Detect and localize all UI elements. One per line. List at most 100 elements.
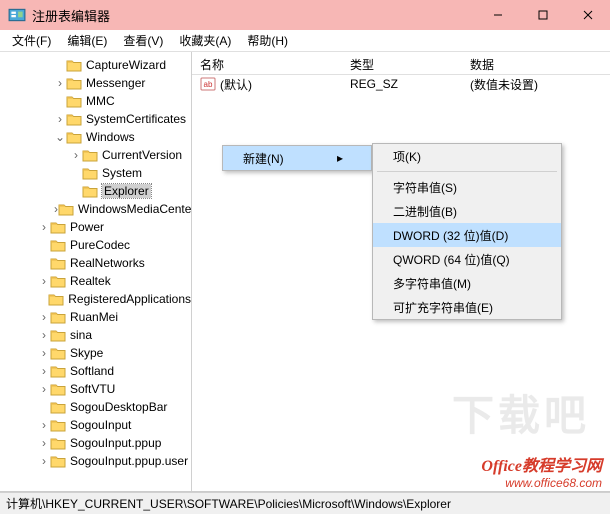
context-item-label: 字符串值(S) bbox=[393, 179, 457, 196]
folder-icon bbox=[50, 418, 66, 432]
menu-edit[interactable]: 编辑(E) bbox=[59, 30, 115, 51]
tree-item-label: SogouInput.ppup.user bbox=[70, 454, 188, 468]
close-button[interactable] bbox=[565, 0, 610, 30]
expand-icon[interactable]: › bbox=[38, 437, 50, 449]
context-item-string[interactable]: 字符串值(S) bbox=[373, 175, 561, 199]
maximize-button[interactable] bbox=[520, 0, 565, 30]
value-name: (默认) bbox=[220, 76, 252, 93]
folder-icon bbox=[50, 274, 66, 288]
tree-item[interactable]: CaptureWizard bbox=[0, 56, 191, 74]
context-item-new[interactable]: 新建(N) ▸ bbox=[223, 146, 371, 170]
column-type[interactable]: 类型 bbox=[342, 53, 462, 74]
tree-item[interactable]: › SogouInput.ppup bbox=[0, 434, 191, 452]
tree-item-label: Windows bbox=[86, 130, 135, 144]
tree-item[interactable]: › CurrentVersion bbox=[0, 146, 191, 164]
tree-item[interactable]: System bbox=[0, 164, 191, 182]
expand-icon[interactable]: › bbox=[38, 311, 50, 323]
context-item-label: 二进制值(B) bbox=[393, 203, 457, 220]
tree-item[interactable]: PureCodec bbox=[0, 236, 191, 254]
value-type: REG_SZ bbox=[342, 77, 462, 91]
expand-icon[interactable]: › bbox=[38, 455, 50, 467]
tree-item-label: SystemCertificates bbox=[86, 112, 186, 126]
tree-item-label: SogouInput.ppup bbox=[70, 436, 161, 450]
tree-item-label: CaptureWizard bbox=[86, 58, 166, 72]
context-item-label: 多字符串值(M) bbox=[393, 275, 471, 292]
tree-pane[interactable]: CaptureWizard › Messenger MMC › SystemCertifi… bbox=[0, 52, 192, 491]
expand-icon[interactable]: › bbox=[54, 77, 66, 89]
folder-icon bbox=[50, 238, 66, 252]
column-name[interactable]: 名称 bbox=[192, 53, 342, 74]
context-item-multistring[interactable]: 多字符串值(M) bbox=[373, 271, 561, 295]
column-header: 名称 类型 数据 bbox=[192, 53, 610, 75]
tree-item[interactable]: ›WindowsMediaCenter bbox=[0, 200, 191, 218]
expand-icon[interactable]: › bbox=[38, 365, 50, 377]
value-name-cell: ab (默认) bbox=[192, 76, 342, 93]
registry-tree[interactable]: CaptureWizard › Messenger MMC › SystemCertifi… bbox=[0, 52, 191, 474]
folder-icon bbox=[50, 364, 66, 378]
tree-item[interactable]: SogouDesktopBar bbox=[0, 398, 191, 416]
menu-file[interactable]: 文件(F) bbox=[4, 30, 59, 51]
expand-icon[interactable]: › bbox=[38, 275, 50, 287]
folder-icon bbox=[82, 184, 98, 198]
context-item-dword[interactable]: DWORD (32 位)值(D) bbox=[373, 223, 561, 247]
menu-separator bbox=[377, 171, 557, 172]
menu-help[interactable]: 帮助(H) bbox=[239, 30, 296, 51]
tree-item[interactable]: ›Softland bbox=[0, 362, 191, 380]
context-item-binary[interactable]: 二进制值(B) bbox=[373, 199, 561, 223]
window-title: 注册表编辑器 bbox=[32, 6, 475, 25]
context-item-expandstring[interactable]: 可扩充字符串值(E) bbox=[373, 295, 561, 319]
tree-item-label: RealNetworks bbox=[70, 256, 145, 270]
tree-item[interactable]: ⌄ Windows bbox=[0, 128, 191, 146]
tree-item-label: WindowsMediaCenter bbox=[78, 202, 192, 216]
tree-item[interactable]: › Messenger bbox=[0, 74, 191, 92]
tree-item[interactable]: › Realtek bbox=[0, 272, 191, 290]
tree-item[interactable]: RegisteredApplications bbox=[0, 290, 191, 308]
collapse-icon[interactable]: ⌄ bbox=[54, 131, 66, 143]
value-list-pane[interactable]: 下载吧 名称 类型 数据 ab (默认) REG_SZ (数值未设置) 新建(N… bbox=[192, 52, 610, 491]
folder-icon bbox=[50, 436, 66, 450]
folder-icon bbox=[66, 94, 82, 108]
minimize-button[interactable] bbox=[475, 0, 520, 30]
folder-icon bbox=[50, 454, 66, 468]
tree-item[interactable]: › SogouInput.ppup.user bbox=[0, 452, 191, 470]
tree-item[interactable]: › Skype bbox=[0, 344, 191, 362]
folder-icon bbox=[82, 166, 98, 180]
background-watermark: 下载吧 bbox=[452, 382, 590, 443]
tree-item-label: Messenger bbox=[86, 76, 145, 90]
tree-item[interactable]: ›Power bbox=[0, 218, 191, 236]
context-item-label: 新建(N) bbox=[243, 150, 284, 167]
expand-icon[interactable]: › bbox=[38, 347, 50, 359]
tree-item[interactable]: ›SoftVTU bbox=[0, 380, 191, 398]
folder-icon bbox=[50, 220, 66, 234]
folder-icon bbox=[58, 202, 74, 216]
column-data[interactable]: 数据 bbox=[462, 53, 610, 74]
expand-icon[interactable]: › bbox=[38, 329, 50, 341]
tree-item-label: System bbox=[102, 166, 142, 180]
tree-item[interactable]: MMC bbox=[0, 92, 191, 110]
context-item-label: DWORD (32 位)值(D) bbox=[393, 227, 508, 244]
context-item-qword[interactable]: QWORD (64 位)值(Q) bbox=[373, 247, 561, 271]
folder-icon bbox=[48, 292, 64, 306]
expand-icon[interactable]: › bbox=[54, 113, 66, 125]
expand-icon[interactable]: › bbox=[38, 383, 50, 395]
tree-item[interactable]: RealNetworks bbox=[0, 254, 191, 272]
tree-item-label: Realtek bbox=[70, 274, 111, 288]
tree-item[interactable]: ›SogouInput bbox=[0, 416, 191, 434]
tree-item[interactable]: ›RuanMei bbox=[0, 308, 191, 326]
expand-icon[interactable]: › bbox=[38, 419, 50, 431]
tree-item[interactable]: ›sina bbox=[0, 326, 191, 344]
tree-item[interactable]: › SystemCertificates bbox=[0, 110, 191, 128]
tree-item-label: CurrentVersion bbox=[102, 148, 182, 162]
expand-icon[interactable]: › bbox=[70, 149, 82, 161]
tree-item-label: Skype bbox=[70, 346, 103, 360]
context-item-key[interactable]: 项(K) bbox=[373, 144, 561, 168]
value-row[interactable]: ab (默认) REG_SZ (数值未设置) bbox=[192, 75, 610, 93]
folder-icon bbox=[66, 76, 82, 90]
tree-item[interactable]: Explorer bbox=[0, 182, 191, 200]
context-menu-primary: 新建(N) ▸ bbox=[222, 145, 372, 171]
menu-view[interactable]: 查看(V) bbox=[115, 30, 171, 51]
folder-icon bbox=[66, 58, 82, 72]
expand-icon[interactable]: › bbox=[38, 221, 50, 233]
tree-item-label: SogouDesktopBar bbox=[70, 400, 167, 414]
menu-favorites[interactable]: 收藏夹(A) bbox=[171, 30, 239, 51]
